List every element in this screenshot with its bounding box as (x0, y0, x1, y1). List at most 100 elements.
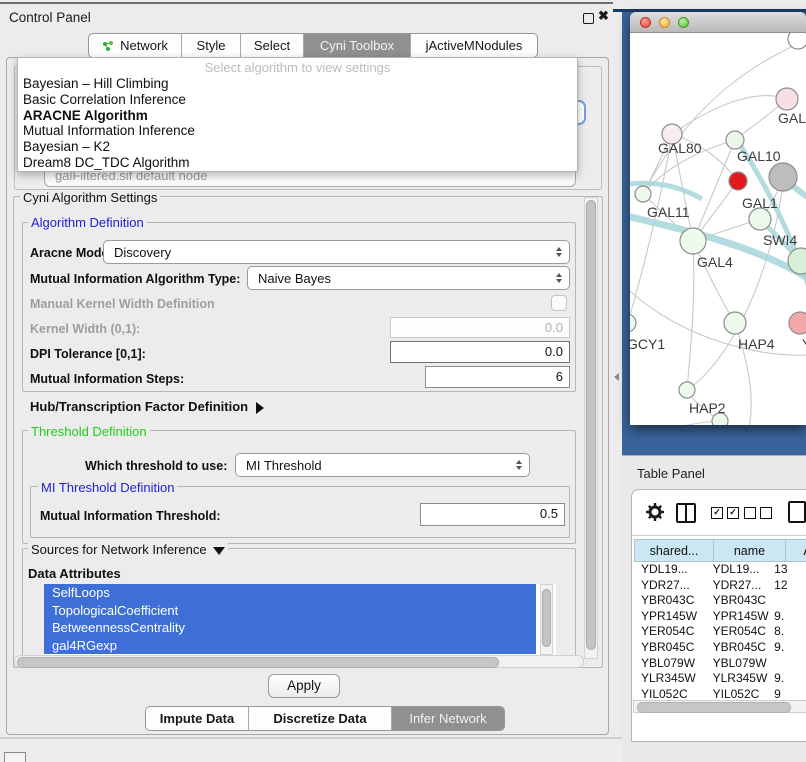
network-node[interactable] (788, 33, 806, 49)
mi-type-combobox[interactable]: Naive Bayes (247, 266, 570, 290)
network-graph: GALGAL80GAL10GAL1GAL11SWI4GAL4GCY1HAP4YH… (630, 33, 806, 425)
manual-kernel-checkbox[interactable] (551, 295, 567, 311)
table-cell: YPR145W (634, 609, 706, 625)
network-node[interactable] (630, 314, 636, 332)
network-node[interactable] (679, 382, 695, 398)
select-all-checkboxes-icon[interactable]: ✓ ✓ (711, 507, 739, 519)
deselect-all-checkboxes-icon[interactable] (744, 507, 772, 519)
close-icon[interactable]: ✖ (598, 8, 609, 24)
settings-hscrollbar-thumb[interactable] (17, 657, 499, 668)
tab-infer-network[interactable]: Infer Network (391, 707, 504, 730)
settings-scrollbar-thumb[interactable] (586, 200, 596, 650)
mi-type-value: Naive Bayes (258, 271, 331, 286)
data-attribute-item[interactable]: SelfLoops (44, 584, 536, 602)
data-attributes-list[interactable]: SelfLoopsTopologicalCoefficientBetweenne… (44, 584, 556, 655)
network-window-titlebar[interactable] (630, 12, 806, 33)
table-cell: YDR27... (706, 578, 771, 594)
column-header-name[interactable]: name (714, 539, 786, 562)
column-header-a[interactable]: A (786, 539, 806, 562)
table-row[interactable]: YBR045CYBR045C9. (634, 640, 806, 656)
tab-select[interactable]: Select (240, 34, 303, 57)
network-node[interactable] (726, 131, 744, 149)
network-node[interactable] (749, 208, 771, 230)
algorithm-option[interactable]: Bayesian – K2 (18, 139, 577, 155)
table-toolbar: ✓ ✓ (632, 490, 806, 536)
minimize-traffic-light-icon[interactable] (659, 17, 670, 28)
network-node[interactable] (789, 312, 806, 334)
tab-network[interactable]: Network (89, 34, 181, 57)
network-view-window[interactable]: GALGAL80GAL10GAL1GAL11SWI4GAL4GCY1HAP4YH… (630, 12, 806, 425)
aracne-mode-value: Discovery (114, 245, 171, 260)
table-row[interactable]: YDL19...YDL19...13 (634, 562, 806, 578)
network-node[interactable] (724, 312, 746, 334)
network-node[interactable] (776, 88, 798, 110)
network-node[interactable] (680, 228, 706, 254)
export-table-icon[interactable] (788, 501, 806, 523)
table-row[interactable]: YBR043CYBR043C (634, 593, 806, 609)
hub-definition-toggle[interactable]: Hub/Transcription Factor Definition (30, 399, 264, 414)
algorithm-option[interactable]: Mutual Information Inference (18, 123, 577, 139)
algorithm-dropdown-list: Select algorithm to view settings Bayesi… (17, 57, 578, 172)
data-attribute-item[interactable]: gal4RGexp (44, 637, 536, 655)
desktop-top-strip (613, 0, 806, 9)
table-row[interactable]: YDR27...YDR27...12 (634, 578, 806, 594)
network-node-label: GAL80 (658, 140, 702, 156)
table-row[interactable]: YBL079WYBL079W (634, 656, 806, 672)
float-window-button[interactable] (583, 13, 594, 24)
network-node[interactable] (769, 163, 797, 191)
table-row[interactable]: YPR145WYPR145W9. (634, 609, 806, 625)
close-traffic-light-icon[interactable] (640, 17, 651, 28)
table-hscrollbar-thumb[interactable] (637, 702, 791, 713)
tab-impute-data-label: Impute Data (160, 711, 234, 726)
which-threshold-combobox[interactable]: MI Threshold (235, 453, 530, 477)
table-cell: YER054C (634, 624, 706, 640)
checked-box-icon: ✓ (727, 507, 739, 519)
column-header-shared[interactable]: shared... (634, 539, 714, 562)
attributes-scrollbar-thumb[interactable] (542, 589, 551, 647)
columns-icon[interactable] (676, 503, 696, 523)
data-attribute-item[interactable]: BetweennessCentrality (44, 619, 536, 637)
table-cell: YDL19... (634, 562, 706, 578)
algorithm-option[interactable]: Dream8 DC_TDC Algorithm (18, 155, 577, 171)
zoom-traffic-light-icon[interactable] (678, 17, 689, 28)
cyni-bottom-tabs: Impute Data Discretize Data Infer Networ… (145, 706, 505, 731)
data-attribute-item[interactable]: TopologicalCoefficient (44, 602, 536, 620)
tab-impute-data[interactable]: Impute Data (146, 707, 248, 730)
collapsed-arrow-icon (256, 402, 264, 414)
window-top-edge (0, 2, 613, 4)
kernel-width-field[interactable]: 0.0 (390, 317, 570, 338)
tab-jactivemnodules[interactable]: jActiveMNodules (410, 34, 537, 57)
tab-cyni-toolbox[interactable]: Cyni Toolbox (303, 34, 410, 57)
algorithm-option[interactable]: Bayesian – Hill Climbing (18, 76, 577, 92)
apply-button[interactable]: Apply (268, 674, 340, 698)
algorithm-option[interactable]: Basic Correlation Inference (18, 92, 577, 108)
tab-select-label: Select (254, 38, 290, 53)
algorithm-option[interactable]: ARACNE Algorithm (18, 108, 577, 124)
control-panel-title: Control Panel (9, 10, 91, 25)
table-cell: YPR145W (706, 609, 771, 625)
dpi-tolerance-field[interactable]: 0.0 (390, 341, 570, 363)
aracne-mode-combobox[interactable]: Discovery (103, 240, 570, 264)
mi-threshold-definition-title: MI Threshold Definition (38, 480, 177, 495)
network-node[interactable] (729, 172, 747, 190)
sources-title[interactable]: Sources for Network Inference (28, 542, 228, 557)
tab-infer-network-label: Infer Network (409, 711, 486, 726)
network-edge-highlighted (630, 215, 806, 283)
hub-definition-label: Hub/Transcription Factor Definition (30, 399, 248, 414)
gear-icon[interactable] (646, 503, 664, 521)
tab-discretize-data[interactable]: Discretize Data (248, 707, 391, 730)
mi-steps-field[interactable]: 6 (425, 366, 570, 388)
table-row[interactable]: YER054CYER054C8. (634, 624, 806, 640)
table-row[interactable]: YLR345WYLR345W9. (634, 671, 806, 687)
aracne-mode-label: Aracne Mode: (30, 246, 113, 260)
mi-threshold-field[interactable]: 0.5 (420, 503, 565, 526)
tab-style[interactable]: Style (181, 34, 240, 57)
network-node[interactable] (635, 186, 651, 202)
bottom-left-icon[interactable] (4, 752, 26, 762)
dpi-tolerance-label: DPI Tolerance [0,1]: (30, 347, 146, 361)
panel-resize-grip[interactable] (614, 373, 619, 381)
mi-type-label: Mutual Information Algorithm Type: (30, 272, 240, 286)
control-panel-tabs: Network Style Select Cyni Toolbox jActiv… (88, 33, 538, 58)
network-canvas[interactable]: GALGAL80GAL10GAL1GAL11SWI4GAL4GCY1HAP4YH… (630, 33, 806, 425)
combo-arrows-icon (516, 460, 522, 471)
